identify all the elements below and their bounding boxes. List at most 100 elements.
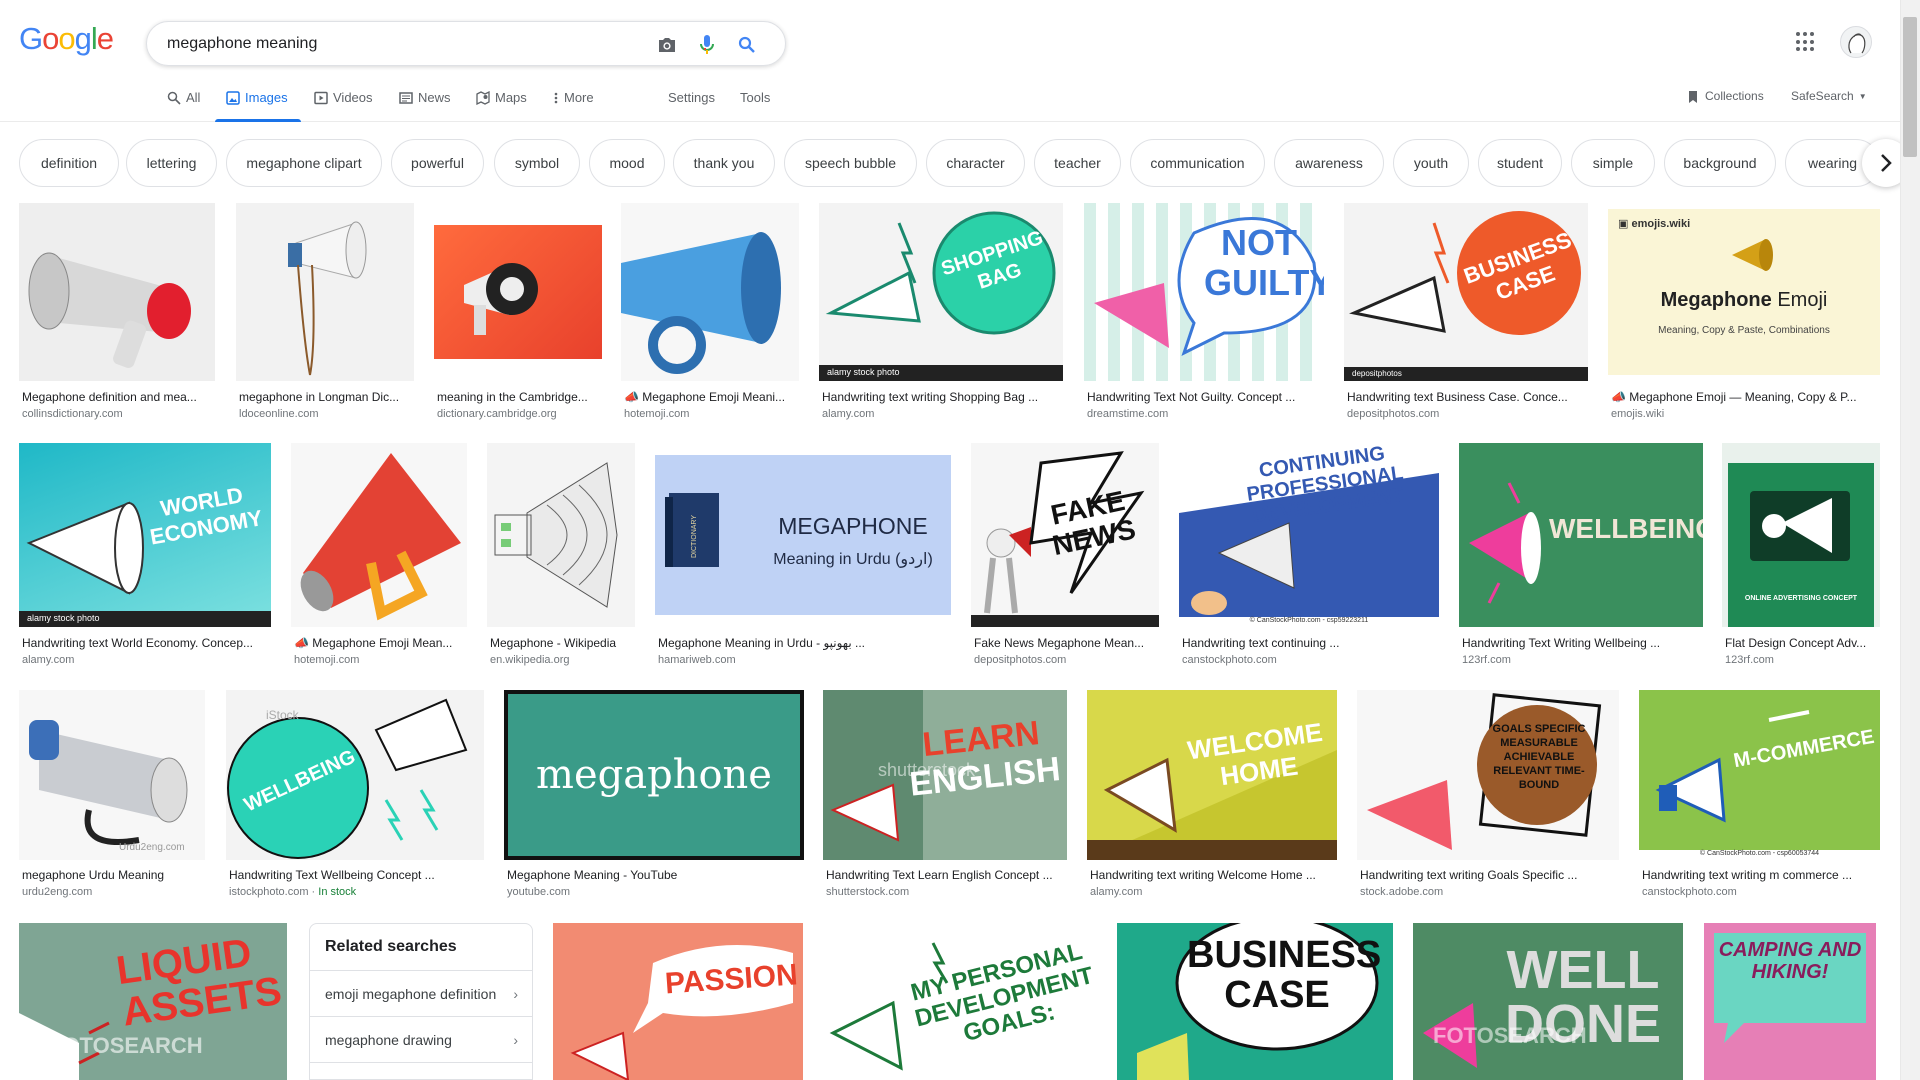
chip-awareness[interactable]: awareness bbox=[1274, 139, 1384, 187]
microphone-icon[interactable] bbox=[695, 33, 719, 57]
result-title: 📣 Megaphone Emoji Meani... bbox=[624, 390, 786, 404]
image-result[interactable]: CONTINUING PROFESSIONAL DEVELOPMENT © Ca… bbox=[1179, 443, 1439, 666]
settings-link[interactable]: Settings bbox=[668, 90, 715, 122]
image-result[interactable]: ONLINE ADVERTISING CONCEPT Flat Design C… bbox=[1722, 443, 1880, 666]
image-icon bbox=[226, 91, 240, 105]
related-search-item[interactable]: emoji megaphone definition › bbox=[310, 970, 532, 1016]
watermark: © CanStockPhoto.com - csp59223211 bbox=[1179, 617, 1439, 627]
image-result[interactable]: 📣 Megaphone Emoji Meani... hotemoji.com bbox=[621, 203, 799, 423]
chip-youth[interactable]: youth bbox=[1393, 139, 1469, 187]
camera-icon[interactable] bbox=[655, 33, 679, 57]
result-source: dreamstime.com bbox=[1087, 408, 1169, 420]
chip-powerful[interactable]: powerful bbox=[391, 139, 484, 187]
google-logo[interactable]: Google bbox=[19, 22, 114, 56]
result-source: en.wikipedia.org bbox=[490, 654, 570, 666]
result-source: ldoceonline.com bbox=[239, 408, 319, 420]
chip-character[interactable]: character bbox=[926, 139, 1025, 187]
image-result[interactable]: LIQUID ASSETS FOTOSEARCH bbox=[19, 923, 287, 1080]
scrollbar-thumb[interactable] bbox=[1903, 17, 1917, 157]
tab-maps[interactable]: Maps bbox=[476, 90, 527, 122]
search-input[interactable] bbox=[167, 34, 637, 53]
image-result[interactable]: megaphone in Longman Dic... ldoceonline.… bbox=[236, 203, 414, 423]
image-result[interactable]: LEARN ENGLISH shutterstock Handwriting Te… bbox=[823, 690, 1067, 906]
tab-images[interactable]: Images bbox=[226, 90, 288, 122]
result-thumbnail bbox=[621, 203, 799, 381]
safesearch-dropdown[interactable]: SafeSearch ▼ bbox=[1791, 89, 1867, 121]
tab-news[interactable]: News bbox=[399, 90, 451, 122]
megaphone-emoji-icon: 📣 bbox=[294, 636, 309, 650]
image-result[interactable]: WELCOME HOME Handwriting text writing Wel… bbox=[1087, 690, 1337, 906]
result-title: Handwriting Text Writing Wellbeing ... bbox=[1462, 636, 1661, 650]
image-result[interactable]: NOT GUILTY Handwriting Text Not Guilty. C… bbox=[1084, 203, 1324, 423]
tab-more-label: More bbox=[564, 90, 594, 105]
image-result[interactable]: Megaphone definition and mea... collinsd… bbox=[19, 203, 215, 423]
image-result[interactable]: DICTIONARY MEGAPHONE Meaning in Urdu (ار… bbox=[655, 443, 951, 666]
related-search-item[interactable]: megaphone drawing › bbox=[310, 1016, 532, 1062]
chip-teacher[interactable]: teacher bbox=[1034, 139, 1121, 187]
chip-megaphone-clipart[interactable]: megaphone clipart bbox=[226, 139, 382, 187]
image-result[interactable]: Megaphone - Wikipedia en.wikipedia.org bbox=[487, 443, 635, 666]
image-result[interactable]: megaphone Megaphone Meaning - YouTube yo… bbox=[504, 690, 804, 906]
image-result[interactable]: SHOPPING BAG alamy stock photo Handwriti… bbox=[819, 203, 1063, 423]
result-title: megaphone Urdu Meaning bbox=[22, 868, 165, 882]
related-search-item[interactable]: bullhorn› bbox=[310, 1062, 532, 1079]
chip-communication[interactable]: communication bbox=[1130, 139, 1265, 187]
book-label: DICTIONARY bbox=[691, 514, 699, 559]
chip-lettering[interactable]: lettering bbox=[126, 139, 217, 187]
related-search-label: emoji megaphone definition bbox=[325, 985, 497, 1002]
image-result[interactable]: Urdu2eng.com megaphone Urdu Meaning urdu… bbox=[19, 690, 205, 906]
result-thumbnail: BUSINESS CASE depositphotos bbox=[1344, 203, 1588, 381]
chip-student[interactable]: student bbox=[1478, 139, 1562, 187]
chip-mood[interactable]: mood bbox=[589, 139, 665, 187]
chip-background[interactable]: background bbox=[1664, 139, 1776, 187]
settings-label: Settings bbox=[668, 90, 715, 105]
image-result[interactable]: WELLBEING iStock Handwriting Text Wellbe… bbox=[226, 690, 484, 906]
result-source: urdu2eng.com bbox=[22, 886, 93, 898]
map-icon bbox=[476, 91, 490, 105]
news-icon bbox=[399, 92, 413, 104]
image-result[interactable]: FAKE NEWS Fake News Megaphone Mean... de… bbox=[971, 443, 1159, 666]
result-source: hamariweb.com bbox=[658, 654, 736, 666]
image-result[interactable]: ▣ emojis.wiki Megaphone Emoji Meaning, C… bbox=[1608, 203, 1880, 423]
result-title: Handwriting Text Learn English Concept .… bbox=[826, 868, 1053, 882]
page-scrollbar[interactable] bbox=[1900, 0, 1920, 1080]
tab-videos[interactable]: Videos bbox=[314, 90, 373, 122]
chip-definition[interactable]: definition bbox=[19, 139, 119, 187]
result-thumbnail: CAMPING AND HIKING! bbox=[1704, 923, 1876, 1080]
result-title: Handwriting text Business Case. Conce... bbox=[1347, 390, 1568, 404]
chip-speech-bubble[interactable]: speech bubble bbox=[784, 139, 917, 187]
image-result[interactable]: PASSION bbox=[553, 923, 803, 1080]
search-icon[interactable] bbox=[735, 33, 759, 57]
image-result[interactable]: M-COMMERCE © CanStockPhoto.com - csp6005… bbox=[1639, 690, 1880, 906]
account-avatar[interactable] bbox=[1840, 26, 1872, 58]
related-search-label: megaphone drawing bbox=[325, 1031, 452, 1048]
tab-more[interactable]: More bbox=[553, 90, 594, 122]
image-result[interactable]: CAMPING AND HIKING! bbox=[1704, 923, 1876, 1080]
image-result[interactable]: MY PERSONAL DEVELOPMENT GOALS: bbox=[823, 923, 1099, 1080]
result-source: stock.adobe.com bbox=[1360, 886, 1444, 898]
image-result[interactable]: WELLBEING Handwriting Text Writing Wellb… bbox=[1459, 443, 1703, 666]
tools-link[interactable]: Tools bbox=[740, 90, 770, 122]
megaphone-icon bbox=[1732, 239, 1773, 271]
chip-thank-you[interactable]: thank you bbox=[673, 139, 775, 187]
chip-symbol[interactable]: symbol bbox=[494, 139, 580, 187]
chevron-right-icon: › bbox=[513, 1031, 518, 1048]
search-box[interactable] bbox=[146, 21, 786, 66]
chevron-right-icon: › bbox=[513, 985, 518, 1002]
related-searches-title: Related searches bbox=[325, 938, 457, 955]
tab-all[interactable]: All bbox=[167, 90, 200, 122]
image-result[interactable]: 📣 Megaphone Emoji Mean... hotemoji.com bbox=[291, 443, 467, 666]
google-apps-icon[interactable] bbox=[1796, 32, 1816, 52]
tools-label: Tools bbox=[740, 90, 771, 105]
collections-link[interactable]: Collections bbox=[1686, 89, 1764, 121]
chip-simple[interactable]: simple bbox=[1571, 139, 1655, 187]
image-result[interactable]: GOALS SPECIFIC MEASURABLE ACHIEVABLE REL… bbox=[1357, 690, 1619, 906]
image-result[interactable]: BUSINESS CASE depositphotos Handwriting t… bbox=[1344, 203, 1588, 423]
result-thumbnail: LIQUID ASSETS FOTOSEARCH bbox=[19, 923, 287, 1080]
collections-label: Collections bbox=[1705, 89, 1764, 103]
brand-label: ▣ emojis.wiki bbox=[1618, 218, 1691, 230]
image-result[interactable]: WELL DONE FOTOSEARCH bbox=[1413, 923, 1683, 1080]
image-result[interactable]: meaning in the Cambridge... dictionary.c… bbox=[434, 203, 602, 423]
image-result[interactable]: BUSINESS CASE bbox=[1117, 923, 1393, 1080]
image-result[interactable]: WORLD ECONOMY alamy stock photo Handwriti… bbox=[19, 443, 271, 666]
